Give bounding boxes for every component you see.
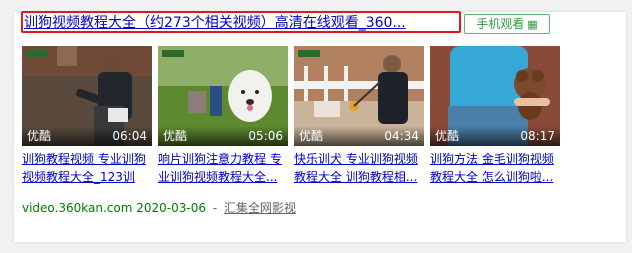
video-thumbnail[interactable]: 优酷 04:34	[294, 46, 424, 146]
video-caption-link[interactable]: 训狗方法 金毛训狗视频教程大全 怎么训狗啦...	[430, 150, 560, 186]
video-source: 优酷	[163, 129, 188, 143]
video-duration: 05:06	[248, 129, 283, 143]
result-site-url: video.360kan.com	[22, 201, 133, 215]
qr-code-icon: ▦	[527, 18, 538, 31]
video-item[interactable]: 优酷 05:06 响片训狗注意力教程 专业训狗视频教程大全...	[158, 46, 288, 196]
video-thumbnail[interactable]: 优酷 08:17	[430, 46, 560, 146]
video-caption-link[interactable]: 快乐训犬 专业训狗视频教程大全 训狗教程相...	[294, 150, 424, 186]
thumbnail-overlay: 优酷 06:04	[22, 126, 152, 146]
aggregate-link[interactable]: 汇集全网影视	[224, 201, 296, 215]
video-duration: 04:34	[384, 129, 419, 143]
video-thumbnail[interactable]: 优酷 06:04	[22, 46, 152, 146]
thumbnail-overlay: 优酷 05:06	[158, 126, 288, 146]
result-footer: video.360kan.com 2020-03-06 - 汇集全网影视	[22, 200, 296, 216]
video-duration: 06:04	[112, 129, 147, 143]
video-list: 优酷 06:04 训狗教程视频 专业训狗视频教程大全_123训 优酷 05:06…	[22, 46, 602, 196]
video-item[interactable]: 优酷 06:04 训狗教程视频 专业训狗视频教程大全_123训	[22, 46, 152, 196]
mobile-watch-button[interactable]: 手机观看 ▦	[464, 14, 550, 34]
video-source: 优酷	[435, 129, 460, 143]
video-thumbnail[interactable]: 优酷 05:06	[158, 46, 288, 146]
footer-separator: -	[212, 201, 218, 215]
thumbnail-overlay: 优酷 08:17	[430, 126, 560, 146]
video-item[interactable]: 优酷 04:34 快乐训犬 专业训狗视频教程大全 训狗教程相...	[294, 46, 424, 196]
video-caption-link[interactable]: 训狗教程视频 专业训狗视频教程大全_123训	[22, 150, 152, 186]
video-caption-link[interactable]: 响片训狗注意力教程 专业训狗视频教程大全...	[158, 150, 288, 186]
result-date: 2020-03-06	[136, 201, 207, 215]
mobile-watch-label: 手机观看	[476, 17, 525, 31]
thumbnail-overlay: 优酷 04:34	[294, 126, 424, 146]
video-source: 优酷	[27, 129, 52, 143]
video-duration: 08:17	[520, 129, 555, 143]
video-source: 优酷	[299, 129, 324, 143]
result-title-link[interactable]: 训狗视频教程大全（约273个相关视频）高清在线观看_360...	[24, 14, 454, 32]
video-item[interactable]: 优酷 08:17 训狗方法 金毛训狗视频教程大全 怎么训狗啦...	[430, 46, 560, 196]
